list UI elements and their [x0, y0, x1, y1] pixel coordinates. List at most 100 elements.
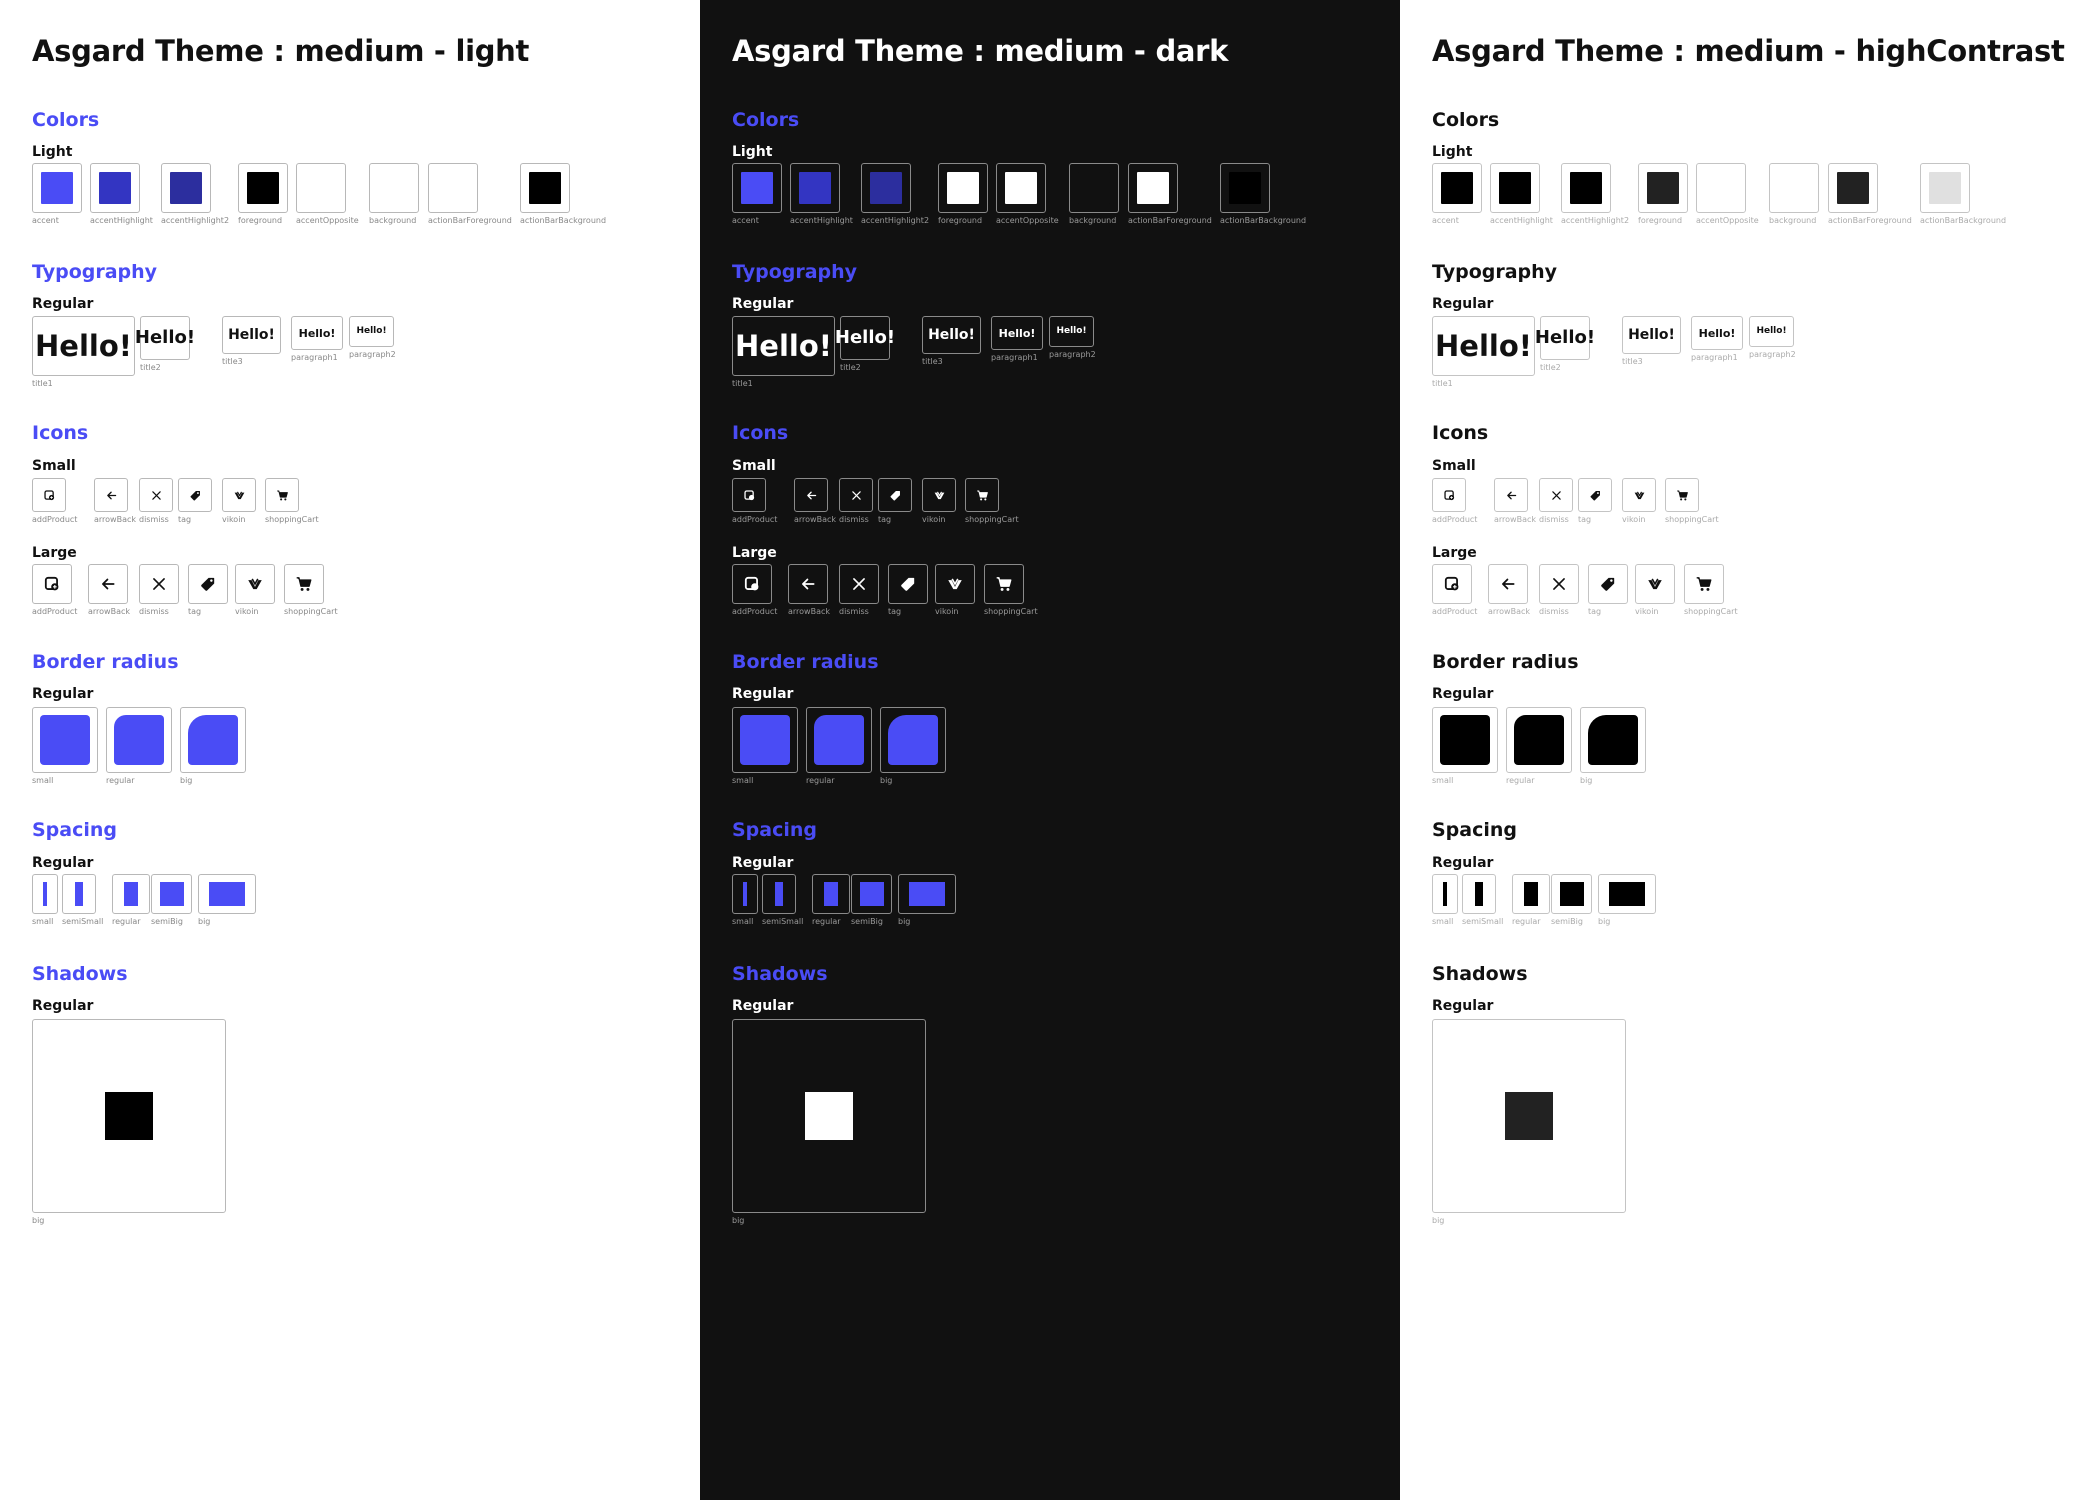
spacing-frame [151, 874, 192, 914]
typography-style-label: title3 [922, 357, 943, 366]
swatch-frame [90, 163, 140, 213]
dismiss-icon [850, 489, 863, 502]
radius-label: big [1580, 776, 1593, 785]
swatch-label: accent [732, 216, 759, 225]
subsection-label-regular: Regular [32, 296, 94, 312]
icon-frame [888, 564, 928, 604]
typography-sample-text: Hello! [834, 327, 896, 348]
swatch-color [1837, 172, 1869, 204]
swatch-label: accent [32, 216, 59, 225]
spacing-label: big [898, 917, 911, 926]
icon-label: vikoin [235, 607, 259, 616]
radius-frame [880, 707, 946, 773]
spacing-frame [762, 874, 796, 914]
typography-frame: Hello! [32, 316, 135, 376]
swatch-frame [369, 163, 419, 213]
spacing-bar [1524, 882, 1538, 906]
typography-frame: Hello! [1432, 316, 1535, 376]
swatch-frame [1490, 163, 1540, 213]
icon-frame [1494, 478, 1528, 512]
shopping-cart-icon [1676, 489, 1689, 502]
typography-sample-text: Hello! [1628, 327, 1675, 343]
shadow-frame [732, 1019, 926, 1213]
subsection-label-large: Large [1432, 545, 1477, 561]
section-heading-icons: Icons [32, 422, 89, 444]
typography-style-label: paragraph1 [291, 353, 338, 362]
arrow-back-icon [99, 575, 117, 593]
spacing-bar [743, 882, 747, 906]
radius-label: regular [1506, 776, 1535, 785]
theme-panel-high-contrast: Asgard Theme : medium - highContrast Colo… [1400, 0, 2100, 1500]
tag-icon [889, 489, 902, 502]
swatch-color [437, 172, 469, 204]
subsection-label-regular: Regular [1432, 855, 1494, 871]
swatch-color [305, 172, 337, 204]
radius-label: regular [106, 776, 135, 785]
swatch-label: accentHighlight2 [161, 216, 230, 225]
spacing-label: small [32, 917, 54, 926]
swatch-color [1778, 172, 1810, 204]
icon-label: arrowBack [94, 515, 137, 524]
icon-frame [1488, 564, 1528, 604]
icon-frame [188, 564, 228, 604]
spacing-label: small [732, 917, 754, 926]
subsection-label-regular: Regular [732, 998, 794, 1014]
subsection-label-small: Small [732, 458, 776, 474]
swatch-label: accentHighlight [90, 216, 153, 225]
swatch-frame [32, 163, 82, 213]
icon-frame [1539, 564, 1579, 604]
swatch-color [1078, 172, 1110, 204]
swatch-color [378, 172, 410, 204]
spacing-frame [898, 874, 956, 914]
icon-label: shoppingCart [965, 515, 1019, 524]
spacing-label: regular [812, 917, 841, 926]
icon-label: vikoin [922, 515, 946, 524]
typography-sample-text: Hello! [1698, 326, 1736, 340]
icon-frame [235, 564, 275, 604]
section-heading-spacing: Spacing [1432, 819, 1518, 841]
typography-style-label: title2 [840, 363, 861, 372]
spacing-bar [1609, 882, 1645, 906]
dismiss-icon [850, 575, 868, 593]
swatch-frame [1638, 163, 1688, 213]
section-heading-spacing: Spacing [732, 819, 818, 841]
shopping-cart-icon [976, 489, 989, 502]
section-heading-border-radius: Border radius [732, 651, 879, 673]
add-product-icon [43, 489, 56, 502]
typography-frame: Hello! [1749, 316, 1794, 347]
radius-frame [1506, 707, 1572, 773]
swatch-color [1005, 172, 1037, 204]
section-heading-spacing: Spacing [32, 819, 118, 841]
icon-frame [732, 564, 772, 604]
typography-style-label: title3 [222, 357, 243, 366]
swatch-frame [296, 163, 346, 213]
typography-sample-text: Hello! [1435, 328, 1532, 363]
typography-style-label: title2 [140, 363, 161, 372]
arrow-back-icon [799, 575, 817, 593]
spacing-bar [775, 882, 783, 906]
swatch-label: accent [1432, 216, 1459, 225]
section-heading-colors: Colors [32, 109, 100, 131]
radius-shape [40, 715, 90, 765]
icon-frame [284, 564, 324, 604]
radius-frame [32, 707, 98, 773]
spacing-frame [1512, 874, 1550, 914]
radius-label: small [1432, 776, 1454, 785]
icon-frame [1684, 564, 1724, 604]
icon-label: dismiss [1539, 515, 1569, 524]
spacing-label: semiSmall [1462, 917, 1504, 926]
typography-style-label: title2 [1540, 363, 1561, 372]
icon-frame [965, 478, 999, 512]
shadow-shape [1505, 1092, 1553, 1140]
typography-frame: Hello! [1535, 316, 1595, 360]
typography-style-label: paragraph2 [349, 350, 396, 359]
section-heading-icons: Icons [1432, 422, 1489, 444]
icon-label: dismiss [139, 515, 169, 524]
section-heading-typography: Typography [732, 261, 858, 283]
spacing-label: big [198, 917, 211, 926]
icon-label: shoppingCart [265, 515, 319, 524]
swatch-frame [1769, 163, 1819, 213]
swatch-frame [861, 163, 911, 213]
swatch-color [741, 172, 773, 204]
spacing-bar [43, 882, 47, 906]
